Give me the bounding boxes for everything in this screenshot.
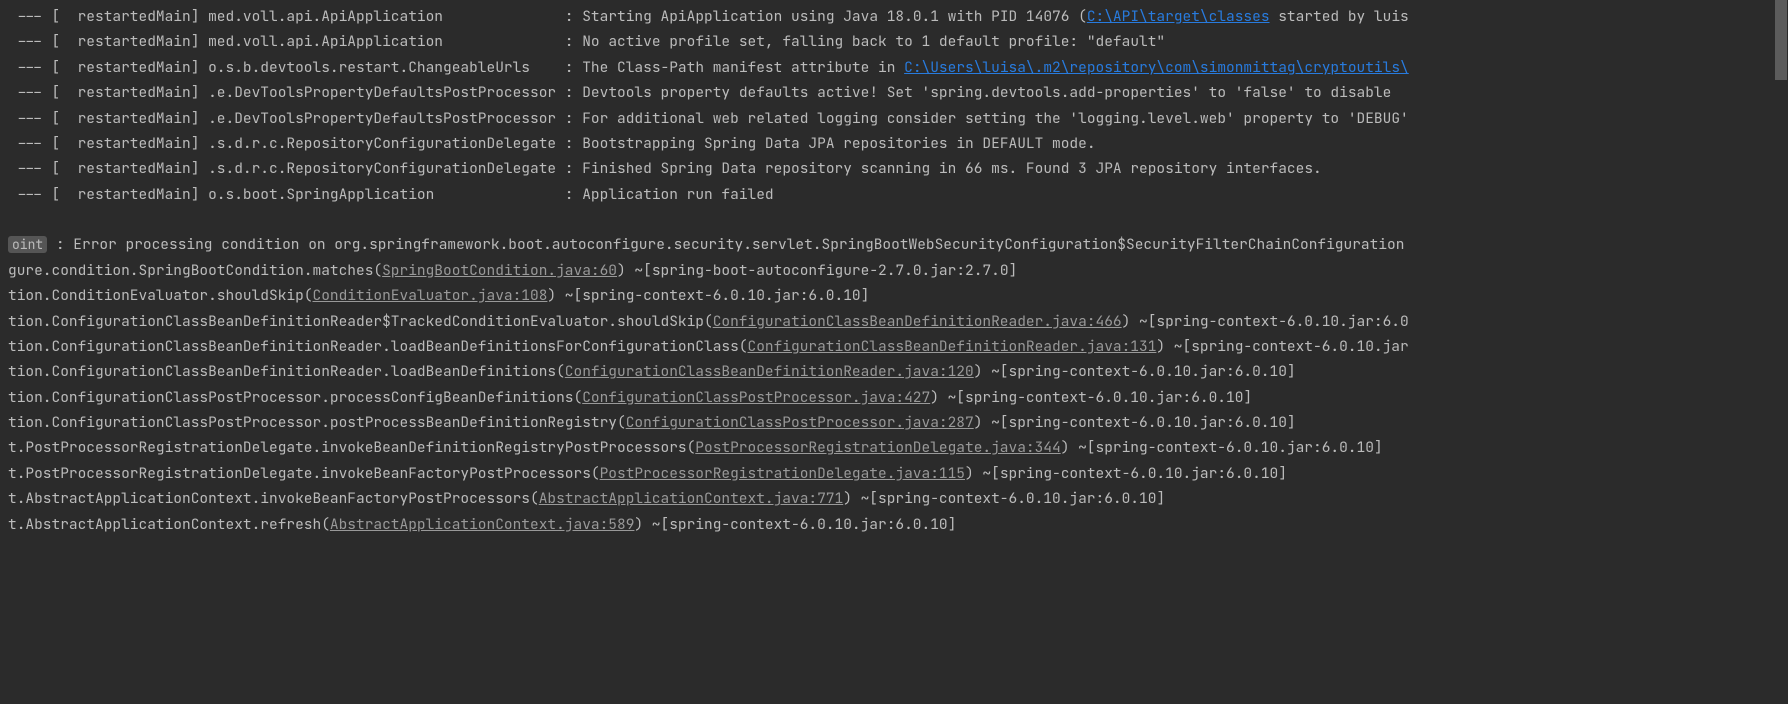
log-logger: .s.d.r.c.RepositoryConfigurationDelegate — [208, 134, 556, 153]
log-separator: : — [556, 32, 582, 51]
log-prefix: --- [ restartedMain] — [8, 185, 208, 204]
log-logger: .e.DevToolsPropertyDefaultsPostProcessor — [208, 83, 556, 102]
stack-trace-line: tion.ConfigurationClassBeanDefinitionRea… — [0, 359, 1788, 384]
log-prefix: --- [ restartedMain] — [8, 32, 208, 51]
stack-pre: t.PostProcessorRegistrationDelegate.invo… — [8, 464, 600, 483]
stack-post: ) ~[spring-context-6.0.10.jar — [1156, 337, 1408, 356]
log-prefix: --- [ restartedMain] — [8, 83, 208, 102]
stack-trace-line: t.AbstractApplicationContext.invokeBeanF… — [0, 486, 1788, 511]
stack-file-link[interactable]: ConfigurationClassPostProcessor.java:427 — [582, 388, 930, 407]
stack-trace-line: t.AbstractApplicationContext.refresh(Abs… — [0, 512, 1788, 537]
stack-trace-line: tion.ConfigurationClassBeanDefinitionRea… — [0, 334, 1788, 359]
log-message: Bootstrapping Spring Data JPA repositori… — [582, 134, 1095, 153]
stack-post: ) ~[spring-context-6.0.10.jar:6.0 — [1122, 312, 1409, 331]
stack-trace-line: tion.ConfigurationClassPostProcessor.pro… — [0, 385, 1788, 410]
log-message: No active profile set, falling back to 1… — [582, 32, 1165, 51]
log-separator: : — [556, 185, 582, 204]
log-line: --- [ restartedMain] .e.DevToolsProperty… — [0, 106, 1788, 131]
stack-trace-line: t.PostProcessorRegistrationDelegate.invo… — [0, 435, 1788, 460]
breakpoint-badge[interactable]: oint — [8, 236, 47, 253]
log-separator: : — [556, 83, 582, 102]
log-logger: o.s.b.devtools.restart.ChangeableUrls — [208, 58, 556, 77]
stack-trace-line: t.PostProcessorRegistrationDelegate.invo… — [0, 461, 1788, 486]
stack-trace-line: tion.ConditionEvaluator.shouldSkip(Condi… — [0, 283, 1788, 308]
stack-trace-line: tion.ConfigurationClassBeanDefinitionRea… — [0, 309, 1788, 334]
log-prefix: --- [ restartedMain] — [8, 134, 208, 153]
log-message: The Class-Path manifest attribute in — [582, 58, 904, 77]
log-link[interactable]: C:\API\target\classes — [1087, 7, 1270, 26]
stack-pre: gure.condition.SpringBootCondition.match… — [8, 261, 382, 280]
stack-trace-line: tion.ConfigurationClassPostProcessor.pos… — [0, 410, 1788, 435]
log-line: --- [ restartedMain] med.voll.api.ApiApp… — [0, 4, 1788, 29]
log-logger: o.s.boot.SpringApplication — [208, 185, 556, 204]
stack-post: ) ~[spring-context-6.0.10.jar:6.0.10] — [965, 464, 1287, 483]
stack-pre: tion.ConfigurationClassBeanDefinitionRea… — [8, 312, 713, 331]
log-line: --- [ restartedMain] .s.d.r.c.Repository… — [0, 156, 1788, 181]
stack-file-link[interactable]: SpringBootCondition.java:60 — [382, 261, 617, 280]
log-prefix: --- [ restartedMain] — [8, 7, 208, 26]
stack-post: ) ~[spring-context-6.0.10.jar:6.0.10] — [974, 413, 1296, 432]
vertical-scrollbar-track[interactable] — [1774, 0, 1788, 541]
log-message: Application run failed — [582, 185, 773, 204]
stack-file-link[interactable]: ConfigurationClassBeanDefinitionReader.j… — [713, 312, 1122, 331]
stack-pre: tion.ConfigurationClassBeanDefinitionRea… — [8, 362, 565, 381]
error-message: : Error processing condition on org.spri… — [47, 235, 1404, 254]
stack-file-link[interactable]: PostProcessorRegistrationDelegate.java:3… — [695, 438, 1060, 457]
log-line: --- [ restartedMain] o.s.b.devtools.rest… — [0, 55, 1788, 80]
stack-file-link[interactable]: PostProcessorRegistrationDelegate.java:1… — [600, 464, 965, 483]
stack-post: ) ~[spring-context-6.0.10.jar:6.0.10] — [930, 388, 1252, 407]
log-prefix: --- [ restartedMain] — [8, 159, 208, 178]
stack-post: ) ~[spring-boot-autoconfigure-2.7.0.jar:… — [617, 261, 1017, 280]
log-prefix: --- [ restartedMain] — [8, 58, 208, 77]
stack-post: ) ~[spring-context-6.0.10.jar:6.0.10] — [1061, 438, 1383, 457]
console-output-panel[interactable]: --- [ restartedMain] med.voll.api.ApiApp… — [0, 4, 1788, 537]
stack-post: ) ~[spring-context-6.0.10.jar:6.0.10] — [634, 515, 956, 534]
log-line: --- [ restartedMain] .s.d.r.c.Repository… — [0, 131, 1788, 156]
stack-file-link[interactable]: ConfigurationClassBeanDefinitionReader.j… — [565, 362, 974, 381]
vertical-scrollbar-thumb[interactable] — [1775, 0, 1787, 80]
error-line: oint : Error processing condition on org… — [0, 232, 1788, 257]
log-message-tail: started by luis — [1270, 7, 1409, 26]
log-line: --- [ restartedMain] med.voll.api.ApiApp… — [0, 29, 1788, 54]
log-separator: : — [556, 109, 582, 128]
log-message: Starting ApiApplication using Java 18.0.… — [582, 7, 1087, 26]
log-logger: med.voll.api.ApiApplication — [208, 7, 556, 26]
log-separator: : — [556, 58, 582, 77]
log-message: Devtools property defaults active! Set '… — [582, 83, 1400, 102]
log-prefix: --- [ restartedMain] — [8, 109, 208, 128]
log-separator: : — [556, 159, 582, 178]
stack-file-link[interactable]: ConfigurationClassPostProcessor.java:287 — [626, 413, 974, 432]
log-separator: : — [556, 7, 582, 26]
blank-line — [0, 207, 1788, 232]
stack-pre: t.PostProcessorRegistrationDelegate.invo… — [8, 438, 695, 457]
stack-trace-line: gure.condition.SpringBootCondition.match… — [0, 258, 1788, 283]
stack-file-link[interactable]: ConfigurationClassBeanDefinitionReader.j… — [748, 337, 1157, 356]
log-link[interactable]: C:\Users\luisa\.m2\repository\com\simonm… — [904, 58, 1409, 77]
stack-pre: t.AbstractApplicationContext.invokeBeanF… — [8, 489, 539, 508]
stack-post: ) ~[spring-context-6.0.10.jar:6.0.10] — [547, 286, 869, 305]
log-message: For additional web related logging consi… — [582, 109, 1409, 128]
stack-pre: t.AbstractApplicationContext.refresh( — [8, 515, 330, 534]
stack-file-link[interactable]: AbstractApplicationContext.java:771 — [539, 489, 844, 508]
log-message: Finished Spring Data repository scanning… — [582, 159, 1322, 178]
log-separator: : — [556, 134, 582, 153]
log-line: --- [ restartedMain] o.s.boot.SpringAppl… — [0, 182, 1788, 207]
stack-post: ) ~[spring-context-6.0.10.jar:6.0.10] — [974, 362, 1296, 381]
log-line: --- [ restartedMain] .e.DevToolsProperty… — [0, 80, 1788, 105]
stack-pre: tion.ConfigurationClassPostProcessor.pos… — [8, 413, 626, 432]
stack-pre: tion.ConfigurationClassPostProcessor.pro… — [8, 388, 582, 407]
stack-pre: tion.ConditionEvaluator.shouldSkip( — [8, 286, 313, 305]
stack-file-link[interactable]: ConditionEvaluator.java:108 — [313, 286, 548, 305]
log-logger: .e.DevToolsPropertyDefaultsPostProcessor — [208, 109, 556, 128]
log-logger: .s.d.r.c.RepositoryConfigurationDelegate — [208, 159, 556, 178]
log-logger: med.voll.api.ApiApplication — [208, 32, 556, 51]
stack-pre: tion.ConfigurationClassBeanDefinitionRea… — [8, 337, 748, 356]
stack-file-link[interactable]: AbstractApplicationContext.java:589 — [330, 515, 635, 534]
stack-post: ) ~[spring-context-6.0.10.jar:6.0.10] — [843, 489, 1165, 508]
